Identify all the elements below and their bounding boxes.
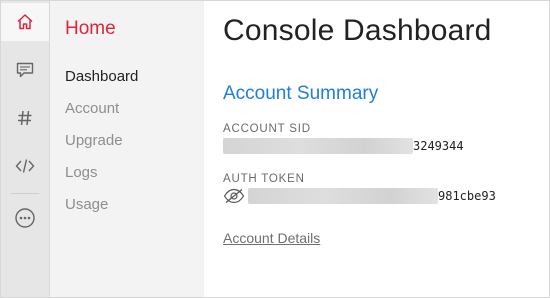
account-details-link[interactable]: Account Details (223, 230, 320, 246)
auth-token-label: AUTH TOKEN (223, 173, 305, 185)
subnav-item-account[interactable]: Account (65, 99, 138, 131)
account-summary-heading: Account Summary (223, 83, 379, 104)
icon-rail (1, 1, 50, 297)
subnav-title: Home (65, 18, 116, 39)
subnav-item-dashboard[interactable]: Dashboard (65, 67, 138, 99)
rail-chat-button[interactable] (1, 51, 49, 89)
account-sid-label: ACCOUNT SID (223, 123, 311, 135)
rail-more-button[interactable] (1, 199, 49, 237)
home-icon (17, 14, 33, 30)
code-icon (15, 159, 35, 173)
auth-token-masked-value (248, 188, 438, 204)
rail-hash-button[interactable] (1, 99, 49, 137)
eye-slash-icon[interactable] (223, 188, 245, 204)
account-sid-masked-value (223, 138, 413, 154)
account-sid-suffix: 3249344 (413, 139, 464, 153)
hash-icon (18, 110, 32, 126)
subnav-item-upgrade[interactable]: Upgrade (65, 131, 138, 163)
rail-home-button[interactable] (1, 3, 49, 41)
page-title: Console Dashboard (223, 14, 492, 47)
rail-divider (11, 193, 39, 194)
subnav-item-logs[interactable]: Logs (65, 163, 138, 195)
home-subnav: Home Dashboard Account Upgrade Logs Usag… (50, 1, 204, 297)
auth-token-suffix: 981cbe93 (438, 189, 496, 203)
more-icon (15, 208, 35, 228)
main-content: Console Dashboard Account Summary ACCOUN… (204, 1, 549, 297)
subnav-list: Dashboard Account Upgrade Logs Usage (65, 67, 138, 227)
subnav-item-usage[interactable]: Usage (65, 195, 138, 227)
console-window: Home Dashboard Account Upgrade Logs Usag… (0, 0, 550, 298)
chat-icon (16, 62, 34, 78)
rail-code-button[interactable] (1, 147, 49, 185)
